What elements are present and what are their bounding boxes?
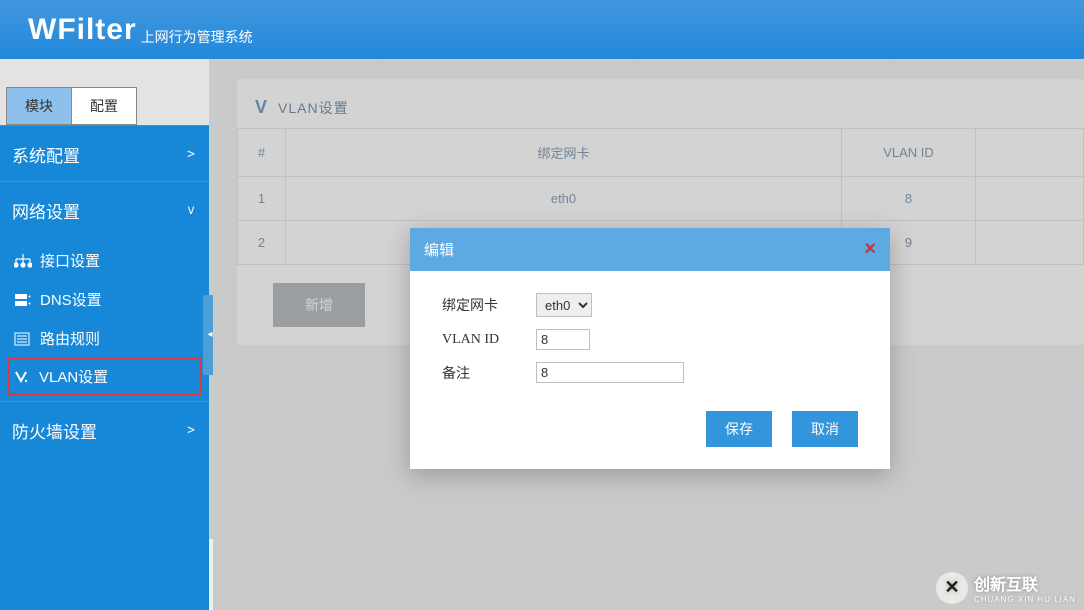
interface-icon <box>14 254 32 268</box>
nav-section-label: 防火墙设置 <box>12 418 97 443</box>
nav-item-label: DNS设置 <box>40 289 102 310</box>
remark-input[interactable] <box>536 362 684 383</box>
modal-header: 编辑 × <box>410 228 890 271</box>
vlan-id-input[interactable] <box>536 329 590 350</box>
brand-name: 创新互联 <box>974 577 1038 594</box>
nav-section-system[interactable]: 系统配置 > <box>0 125 209 181</box>
nav-section-network[interactable]: 网络设置 v <box>0 181 209 237</box>
logo-subtitle: 上网行为管理系统 <box>141 27 253 47</box>
nav-item-label: 路由规则 <box>40 328 100 349</box>
tab-config[interactable]: 配置 <box>71 87 137 125</box>
save-button[interactable]: 保存 <box>706 411 772 447</box>
label-remark: 备注 <box>442 363 536 383</box>
brand-mark-icon: ✕ <box>936 572 968 604</box>
sidebar: 模块 配置 系统配置 > 网络设置 v 接口设置 <box>0 59 213 610</box>
edit-modal: 编辑 × 绑定网卡 eth0 VLAN ID 备注 保存 取消 <box>410 228 890 469</box>
nav-section-label: 系统配置 <box>12 142 80 167</box>
nav-item-label: VLAN设置 <box>39 366 108 387</box>
nav-item-interface[interactable]: 接口设置 <box>0 241 209 280</box>
nav-item-route[interactable]: 路由规则 <box>0 319 209 358</box>
nav-item-dns[interactable]: DNS设置 <box>0 280 209 319</box>
bind-nic-select[interactable]: eth0 <box>536 293 592 317</box>
chevron-down-icon: v <box>187 203 195 218</box>
vlan-icon <box>13 370 31 384</box>
sidebar-tabs: 模块 配置 <box>0 59 209 125</box>
route-icon <box>14 332 32 346</box>
app-header: WFilter 上网行为管理系统 <box>0 0 1084 59</box>
chevron-right-icon: > <box>187 423 195 438</box>
logo-text: WFilter <box>28 13 137 47</box>
nav-item-vlan[interactable]: VLAN设置 <box>8 358 201 395</box>
nav-section-label: 网络设置 <box>12 198 80 223</box>
dns-icon <box>14 293 32 307</box>
footer-brand: ✕ 创新互联 CHUANG XIN HU LIAN <box>936 571 1076 604</box>
brand-sub: CHUANG XIN HU LIAN <box>974 595 1076 604</box>
close-icon[interactable]: × <box>864 238 876 261</box>
chevron-right-icon: > <box>187 147 195 162</box>
cancel-button[interactable]: 取消 <box>792 411 858 447</box>
nav-item-label: 接口设置 <box>40 250 100 271</box>
nav-items-network: 接口设置 DNS设置 路由规则 <box>0 237 209 401</box>
label-bind-nic: 绑定网卡 <box>442 295 536 315</box>
label-vlan-id: VLAN ID <box>442 332 536 348</box>
modal-title: 编辑 <box>424 239 454 260</box>
nav-section-firewall[interactable]: 防火墙设置 > <box>0 401 209 457</box>
tab-modules[interactable]: 模块 <box>6 87 72 125</box>
